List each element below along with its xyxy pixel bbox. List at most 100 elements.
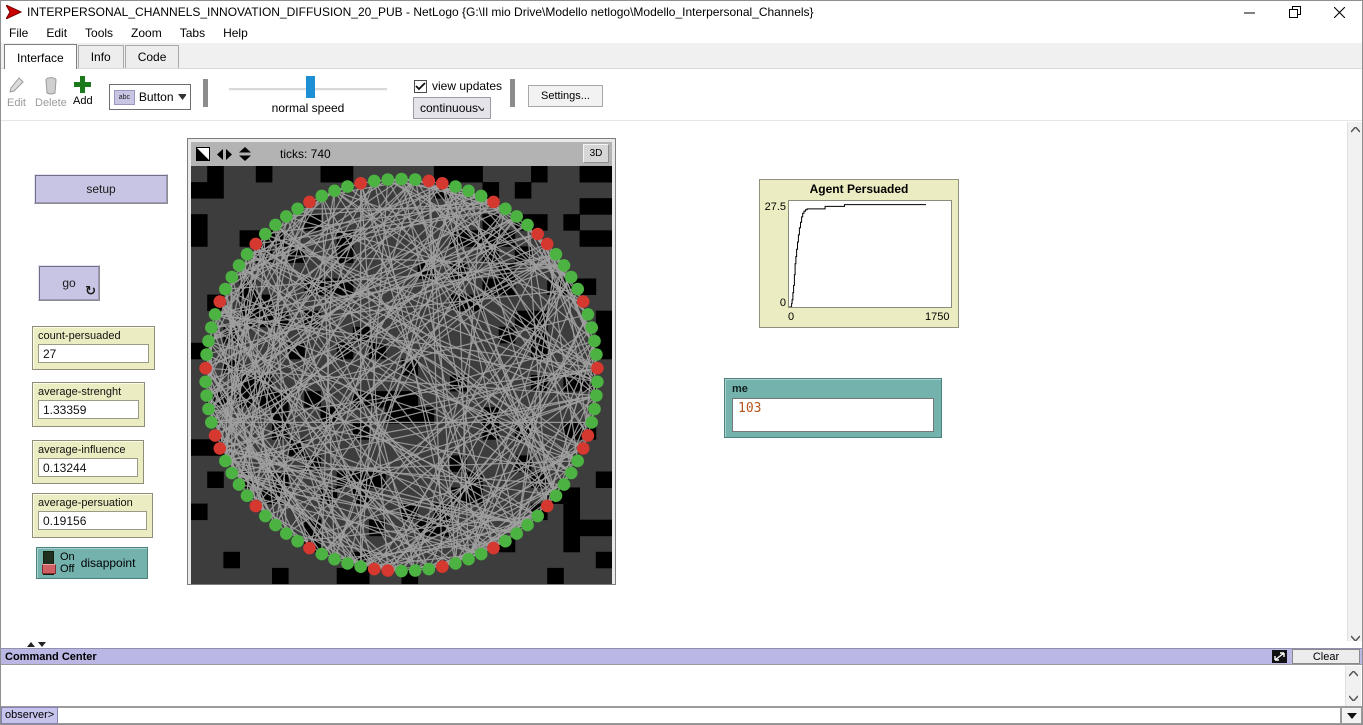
trash-icon <box>44 77 58 95</box>
monitor-value: 1.33359 <box>38 400 139 419</box>
interface-vertical-scrollbar[interactable] <box>1347 122 1363 646</box>
menu-edit[interactable]: Edit <box>46 26 67 40</box>
monitor-count-persuaded: count-persuaded 27 <box>32 326 155 370</box>
restore-button[interactable] <box>1272 1 1317 23</box>
widget-type-chooser[interactable]: abc Button <box>109 84 191 110</box>
monitor-name: count-persuaded <box>38 330 149 342</box>
settings-button[interactable]: Settings... <box>528 85 603 107</box>
monitor-value: 0.19156 <box>38 511 147 530</box>
scroll-down-icon[interactable] <box>1346 690 1361 706</box>
view-updates-label: view updates <box>432 79 502 93</box>
add-widget-button[interactable]: Add <box>73 76 93 107</box>
toolbar-separator <box>203 79 208 107</box>
command-input[interactable] <box>58 707 1341 724</box>
expand-command-center-icon[interactable] <box>1272 650 1287 663</box>
me-input-field[interactable]: 103 <box>732 398 934 432</box>
speed-slider-thumb[interactable] <box>306 76 315 98</box>
menu-file[interactable]: File <box>9 26 28 40</box>
tab-interface[interactable]: Interface <box>4 44 77 69</box>
switch-on-label: On <box>60 551 75 563</box>
menu-help[interactable]: Help <box>223 26 248 40</box>
pencil-icon <box>8 77 24 95</box>
clear-label: Clear <box>1313 651 1339 663</box>
update-mode-dropdown[interactable]: continuous <box>413 97 491 119</box>
world-view-widget: ticks: 740 3D <box>187 138 616 585</box>
view-3d-button[interactable]: 3D <box>583 144 609 163</box>
command-history-dropdown[interactable] <box>1341 707 1362 724</box>
splitter-handle-icon[interactable] <box>27 642 46 647</box>
view-3d-label: 3D <box>590 148 603 159</box>
command-center-splitter[interactable] <box>1 641 1362 648</box>
me-input-widget: me 103 <box>724 378 942 438</box>
check-icon <box>415 82 426 91</box>
chevron-down-icon <box>1347 713 1357 719</box>
menu-tabs[interactable]: Tabs <box>180 26 205 40</box>
vertical-arrows-icon[interactable] <box>239 147 251 161</box>
chevron-down-icon <box>178 94 186 100</box>
view-header: ticks: 740 3D <box>191 142 612 166</box>
window-title: INTERPERSONAL_CHANNELS_INNOVATION_DIFFUS… <box>27 5 814 19</box>
x-axis-max-label: 1750 <box>925 311 949 323</box>
setup-button[interactable]: setup <box>34 174 168 204</box>
edit-widget-button[interactable]: Edit <box>7 77 26 109</box>
tab-code[interactable]: Code <box>125 45 180 68</box>
switch-name: disappoint <box>81 556 136 570</box>
netlogo-logo-icon <box>6 5 22 19</box>
resize-view-icon[interactable] <box>196 147 210 161</box>
go-label: go <box>62 276 75 290</box>
monitor-name: average-persuation <box>38 497 147 509</box>
switch-toggle[interactable] <box>43 551 54 575</box>
menu-bar: File Edit Tools Zoom Tabs Help <box>1 23 1362 43</box>
netlogo-window: INTERPERSONAL_CHANNELS_INNOVATION_DIFFUS… <box>0 0 1363 725</box>
plus-icon <box>74 76 91 93</box>
command-center-header: Command Center Clear <box>1 648 1362 664</box>
go-button[interactable]: go ↻ <box>38 265 100 301</box>
command-center-title: Command Center <box>5 651 97 663</box>
delete-widget-button[interactable]: Delete <box>35 77 67 109</box>
monitor-average-persuation: average-persuation 0.19156 <box>32 493 153 538</box>
world-view <box>191 166 612 584</box>
button-widget-icon: abc <box>114 90 135 105</box>
disappoint-switch[interactable]: On Off disappoint <box>36 547 148 579</box>
monitor-value: 0.13244 <box>38 458 138 477</box>
add-label: Add <box>73 95 93 107</box>
delete-label: Delete <box>35 97 67 109</box>
plot-line <box>789 201 951 307</box>
scroll-up-icon[interactable] <box>1348 122 1363 138</box>
tab-bar: Interface Info Code <box>1 43 1362 69</box>
title-bar: INTERPERSONAL_CHANNELS_INNOVATION_DIFFUS… <box>1 1 1362 23</box>
interface-toolbar: Edit Delete Add abc Button normal speed … <box>1 69 1362 121</box>
forever-icon: ↻ <box>85 284 96 299</box>
ticks-counter: ticks: 740 <box>280 147 331 161</box>
input-name: me <box>732 383 934 395</box>
plot-title: Agent Persuaded <box>760 180 958 196</box>
view-updates-row: view updates <box>414 79 502 93</box>
switch-off-label: Off <box>60 563 75 575</box>
settings-label: Settings... <box>541 90 590 102</box>
close-icon[interactable] <box>1317 1 1362 23</box>
monitor-name: average-strenght <box>38 386 139 398</box>
chooser-value: Button <box>139 90 174 104</box>
command-input-row: observer> <box>1 707 1362 724</box>
clear-button[interactable]: Clear <box>1292 649 1360 664</box>
scroll-up-icon[interactable] <box>1346 666 1361 682</box>
menu-zoom[interactable]: Zoom <box>131 26 162 40</box>
setup-label: setup <box>86 182 115 196</box>
toolbar-separator <box>510 79 515 107</box>
switch-knob[interactable] <box>42 564 56 574</box>
observer-prompt: observer> <box>1 707 58 724</box>
plot-area <box>788 200 952 308</box>
horizontal-arrows-icon[interactable] <box>217 149 232 160</box>
monitor-name: average-influence <box>38 444 138 456</box>
view-updates-checkbox[interactable] <box>414 80 427 93</box>
monitor-value: 27 <box>38 344 149 363</box>
tab-info[interactable]: Info <box>78 45 124 68</box>
monitor-average-influence: average-influence 0.13244 <box>32 440 144 484</box>
y-axis-min-label: 0 <box>760 297 786 309</box>
edit-label: Edit <box>7 97 26 109</box>
output-scrollbar[interactable] <box>1345 666 1361 706</box>
menu-tools[interactable]: Tools <box>85 26 113 40</box>
command-center-output[interactable] <box>1 664 1362 707</box>
minimize-button[interactable] <box>1227 1 1272 23</box>
chevron-down-icon <box>478 106 484 111</box>
